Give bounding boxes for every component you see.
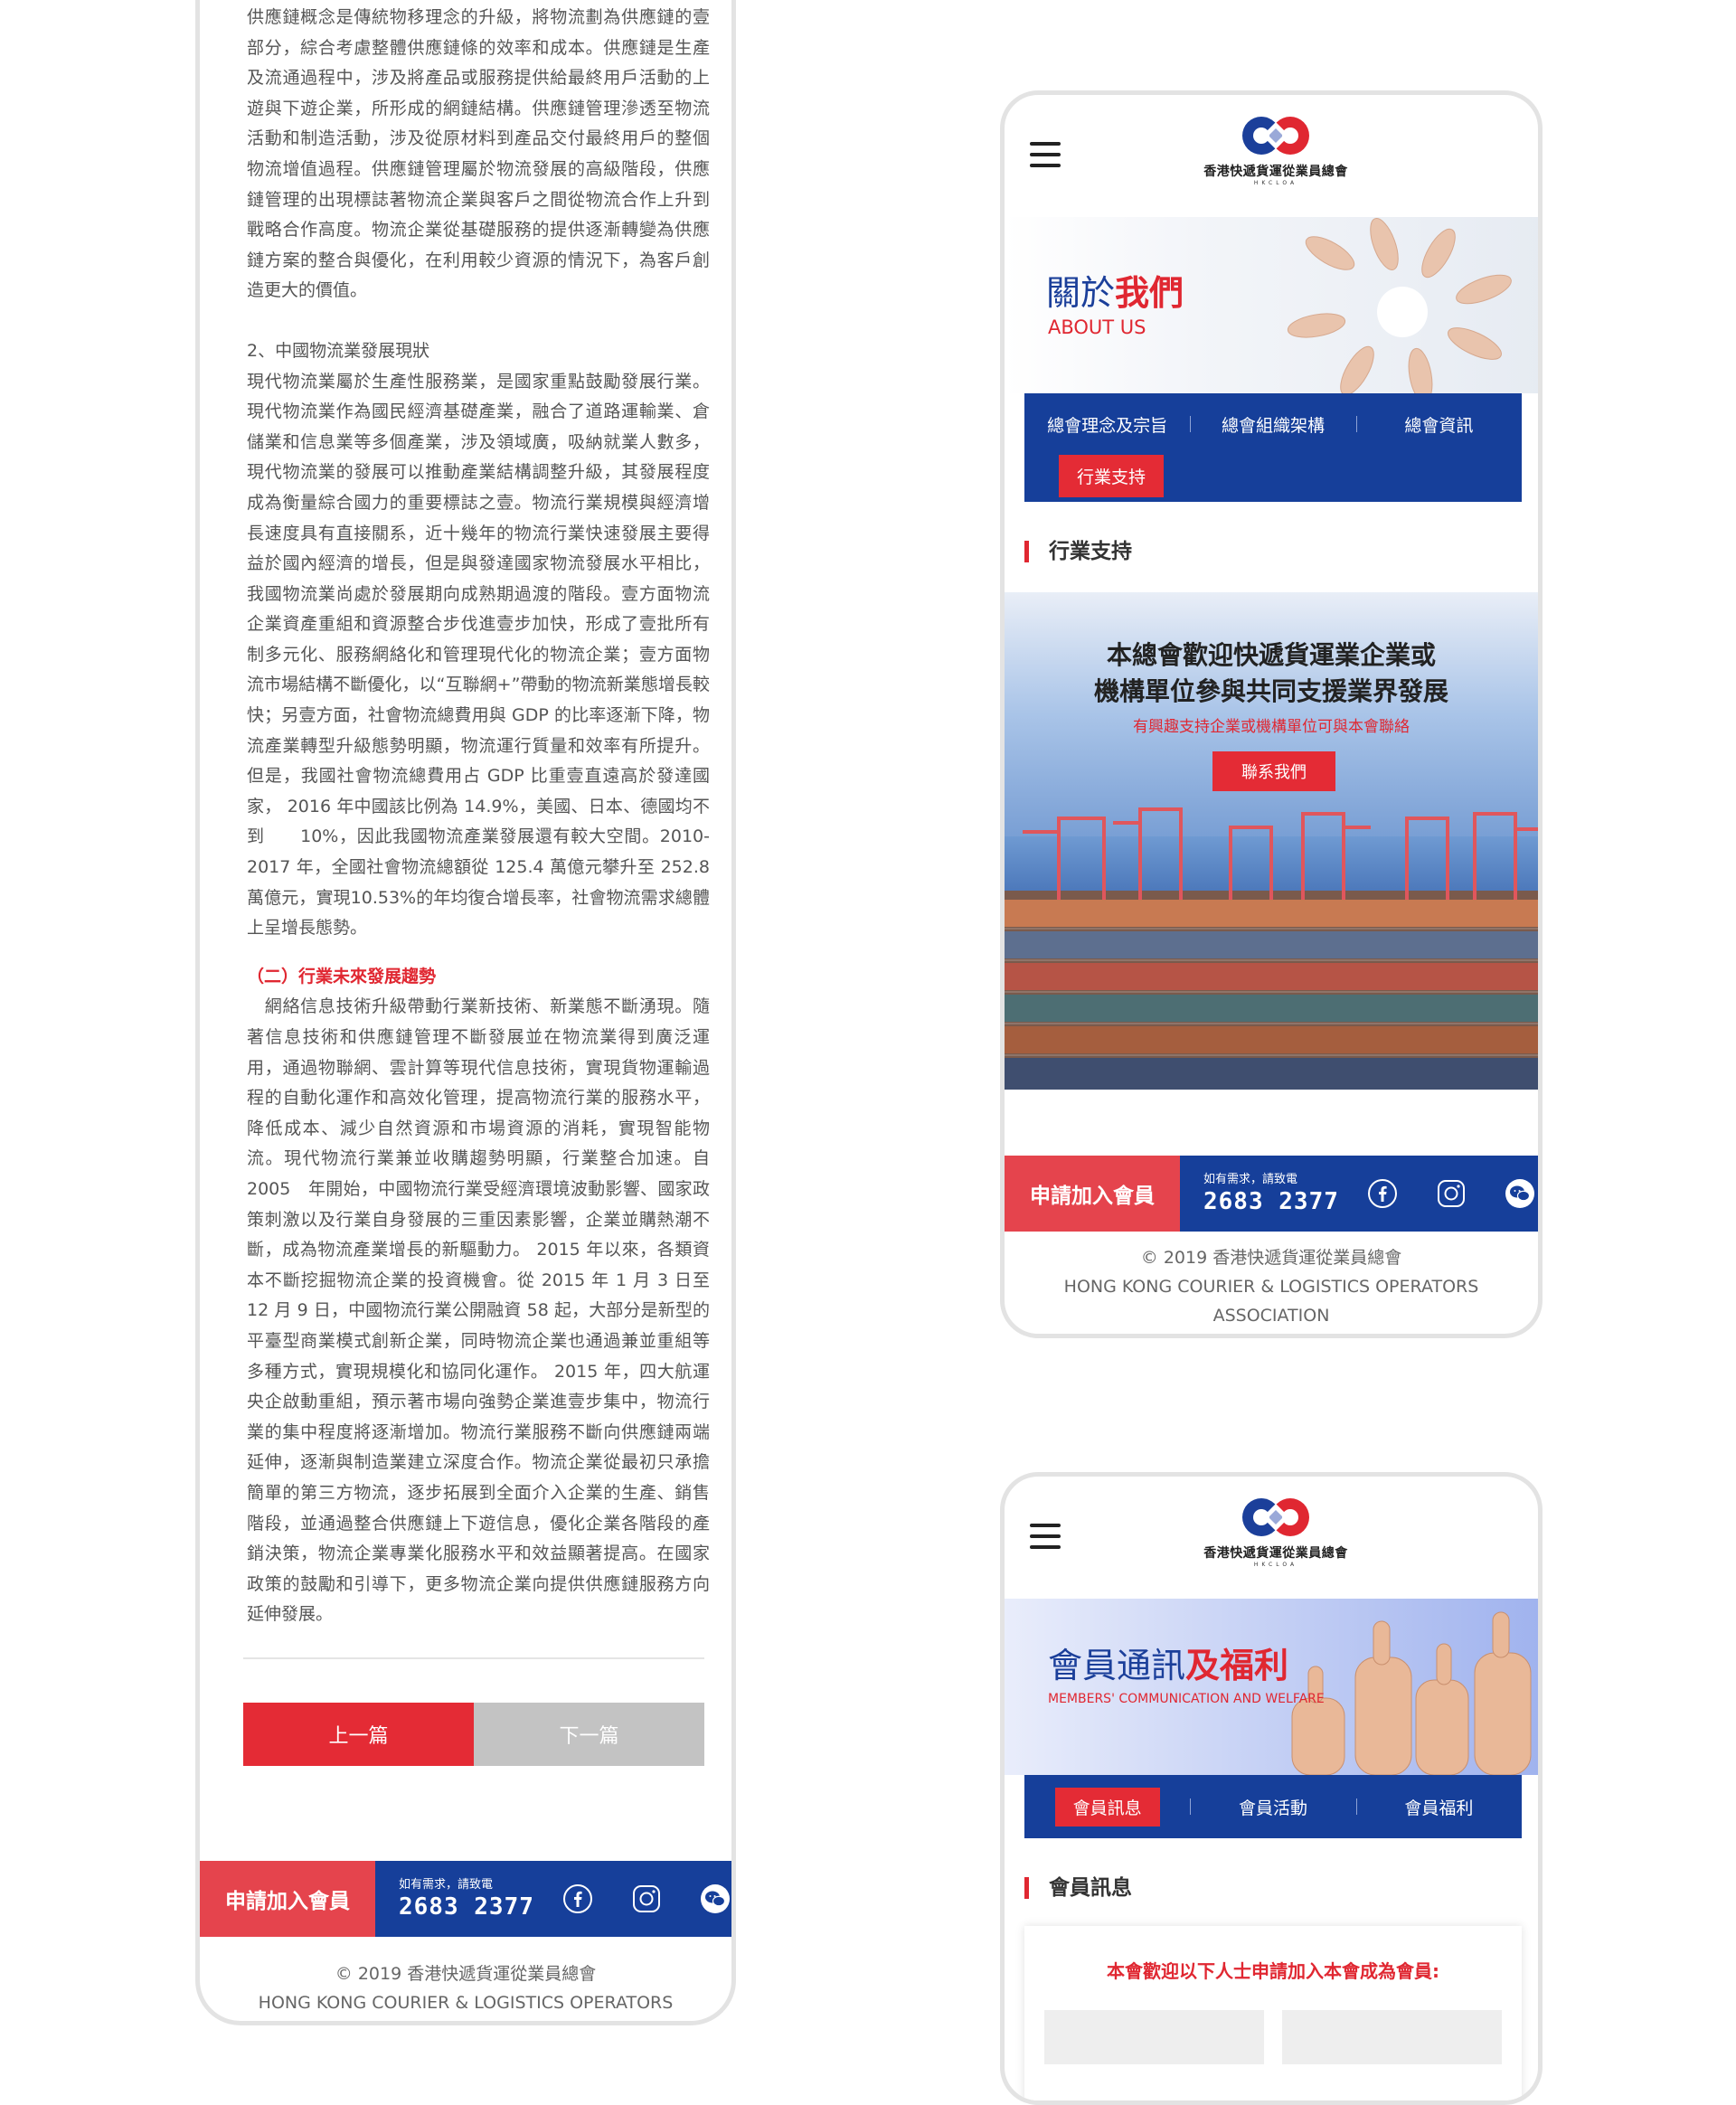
logo-mark-icon: [1242, 1498, 1309, 1536]
promo-subtext: 有興趣支持企業或機構單位可與本會聯絡: [1133, 718, 1410, 736]
logo-abbr: HKCLOA: [1253, 180, 1298, 186]
contact-bar: 申請加入會員 如有需求，請致電 2683 2377: [1005, 1156, 1538, 1232]
banner-title-plain: 關於: [1046, 273, 1116, 313]
banner-title-bold: 及福利: [1185, 1646, 1289, 1685]
promo-heading-line1: 本總會歡迎快遞貨運業企業或: [1106, 640, 1436, 670]
banner-title: 關於我們: [1046, 273, 1184, 313]
article-pager: 上一篇 下一篇: [243, 1703, 704, 1766]
subnav-item-member-activities[interactable]: 會員活動: [1190, 1795, 1355, 1819]
article-paragraph: 網絡信息技術升級帶動行業新技術、新業態不斷湧現。隨著信息技術和供應鏈管理不斷發展…: [247, 996, 710, 1625]
tel-caption: 如有需求，請致電: [1203, 1173, 1298, 1186]
footer-english-name: HONG KONG COURIER & LOGISTICS OPERATORS …: [258, 1993, 674, 2013]
wechat-icon[interactable]: [1504, 1177, 1536, 1210]
menu-icon[interactable]: [1030, 1524, 1061, 1549]
footer-english-name: HONG KONG COURIER & LOGISTICS OPERATORS …: [1063, 1277, 1479, 1326]
subnav-item-info[interactable]: 總會資訊: [1355, 412, 1522, 437]
footer: © 2019 香港快遞貨運從業員總會 HONG KONG COURIER & L…: [200, 1959, 731, 2021]
social-links: [1366, 1177, 1536, 1210]
tel-caption: 如有需求，請致電: [399, 1878, 494, 1892]
phone-frame-about: 香港快遞貨運從業員總會 HKCLOA 關於我們 ABOUT US 總會理念及宗旨…: [1000, 90, 1543, 1338]
promo-heading-line2: 機構單位參與共同支援業界發展: [1093, 676, 1448, 706]
subnav-item-philosophy[interactable]: 總會理念及宗旨: [1024, 412, 1190, 437]
subnav-item-industry-support[interactable]: 行業支持: [1059, 455, 1165, 497]
prev-article-button[interactable]: 上一篇: [243, 1703, 474, 1766]
members-subnav: 會員訊息 會員活動 會員福利: [1024, 1775, 1522, 1838]
phone-contact: 如有需求，請致電 2683 2377: [1203, 1172, 1339, 1215]
banner-subtitle: MEMBERS' COMMUNICATION AND WELFARE: [1048, 1692, 1325, 1706]
article-paragraph: 現代物流業屬於生產性服務業，是國家重點鼓勵發展行業。現代物流業作為國民經濟基礎產…: [247, 371, 710, 939]
logo-name: 香港快遞貨運從業員總會: [1203, 165, 1348, 179]
join-member-button[interactable]: 申請加入會員: [200, 1861, 375, 1937]
section-title: 會員訊息: [1024, 1877, 1132, 1899]
social-links: [561, 1883, 731, 1915]
banner-title-plain: 會員通訊: [1048, 1646, 1186, 1685]
divider: [243, 1657, 704, 1659]
article-body: 供應鏈概念是傳統物移理念的升級，將物流劃為供應鏈的壹部分，綜合考慮整體供應鏈條的…: [247, 3, 710, 1630]
site-header: 香港快遞貨運從業員總會 HKCLOA: [1005, 95, 1538, 217]
site-logo[interactable]: 香港快遞貨運從業員總會 HKCLOA: [1194, 1496, 1357, 1587]
subnav-item-structure[interactable]: 總會組織架構: [1190, 412, 1355, 437]
subnav-item-member-news[interactable]: 會員訊息: [1054, 1787, 1160, 1827]
phone-frame-article: 供應鏈概念是傳統物移理念的升級，將物流劃為供應鏈的壹部分，綜合考慮整體供應鏈條的…: [195, 0, 736, 2025]
section-title: 行業支持: [1024, 541, 1132, 562]
join-member-button[interactable]: 申請加入會員: [1005, 1156, 1180, 1232]
banner-subtitle: ABOUT US: [1048, 316, 1146, 338]
tel-number[interactable]: 2683 2377: [1203, 1188, 1339, 1215]
phone-contact: 如有需求，請致電 2683 2377: [399, 1877, 534, 1921]
subnav-item-member-news-wrap: 會員訊息: [1024, 1787, 1190, 1827]
next-article-button[interactable]: 下一篇: [474, 1703, 704, 1766]
contact-us-button[interactable]: 聯系我們: [1212, 751, 1335, 791]
logo-mark-icon: [1242, 117, 1309, 155]
subnav-item-member-welfare[interactable]: 會員福利: [1355, 1795, 1522, 1819]
about-banner: 關於我們 ABOUT US: [1005, 217, 1538, 393]
instagram-icon[interactable]: [630, 1883, 663, 1915]
banner-title-bold: 我們: [1115, 273, 1184, 313]
footer-copyright: © 2019 香港快遞貨運從業員總會: [335, 1964, 597, 1984]
facebook-icon[interactable]: [561, 1883, 594, 1915]
article-subheading: 2、中國物流業發展現狀: [247, 340, 430, 361]
phone-frame-members: 香港快遞貨運從業員總會 HKCLOA 會員通訊及福利 MEMBERS' COMM…: [1000, 1472, 1543, 2105]
member-type-box: [1044, 2010, 1264, 2064]
logo-abbr: HKCLOA: [1253, 1562, 1298, 1568]
article-subheading-red: （二）行業未來發展趨勢: [247, 966, 437, 986]
facebook-icon[interactable]: [1366, 1177, 1399, 1210]
instagram-icon[interactable]: [1435, 1177, 1467, 1210]
tel-number[interactable]: 2683 2377: [399, 1893, 534, 1921]
industry-support-promo: 本總會歡迎快遞貨運業企業或 機構單位參與共同支援業界發展 有興趣支持企業或機構單…: [1005, 592, 1538, 1090]
contact-panel: 如有需求，請致電 2683 2377: [1180, 1156, 1538, 1232]
member-card-lead: 本會歡迎以下人士申請加入本會成為會員:: [1107, 1960, 1439, 1982]
member-info-card: 本會歡迎以下人士申請加入本會成為會員:: [1024, 1926, 1522, 2100]
members-banner: 會員通訊及福利 MEMBERS' COMMUNICATION AND WELFA…: [1005, 1599, 1538, 1775]
footer: © 2019 香港快遞貨運從業員總會 HONG KONG COURIER & L…: [1005, 1243, 1538, 1330]
member-card-boxes: [1024, 1983, 1522, 2064]
member-type-box: [1282, 2010, 1502, 2064]
menu-icon[interactable]: [1030, 142, 1061, 167]
site-header: 香港快遞貨運從業員總會 HKCLOA: [1005, 1477, 1538, 1599]
thumbs-up-image: [1005, 1599, 1538, 1775]
logo-name: 香港快遞貨運從業員總會: [1203, 1546, 1348, 1561]
site-logo[interactable]: 香港快遞貨運從業員總會 HKCLOA: [1194, 115, 1357, 205]
article-paragraph: 供應鏈概念是傳統物移理念的升級，將物流劃為供應鏈的壹部分，綜合考慮整體供應鏈條的…: [247, 7, 710, 301]
contact-panel: 如有需求，請致電 2683 2377: [375, 1861, 731, 1937]
contact-bar: 申請加入會員 如有需求，請致電 2683 2377: [200, 1861, 731, 1937]
wechat-icon[interactable]: [699, 1883, 731, 1915]
footer-copyright: © 2019 香港快遞貨運從業員總會: [1140, 1248, 1402, 1268]
banner-title: 會員通訊及福利: [1048, 1646, 1288, 1685]
promo-heading: 本總會歡迎快遞貨運業企業或 機構單位參與共同支援業界發展: [1005, 637, 1538, 710]
about-subnav: 總會理念及宗旨 總會組織架構 總會資訊 行業支持: [1024, 393, 1522, 502]
